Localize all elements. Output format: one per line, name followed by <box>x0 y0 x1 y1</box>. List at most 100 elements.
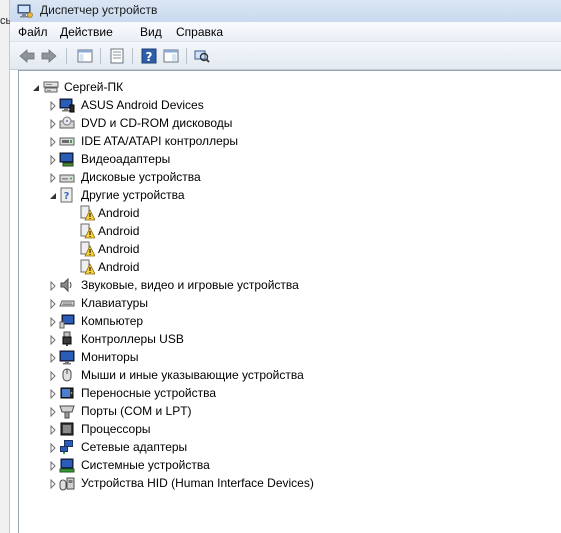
collapse-arrow-icon[interactable] <box>32 82 40 92</box>
tree-node-network-adapters[interactable]: Сетевые адаптеры <box>19 438 319 456</box>
node-label: Процессоры <box>81 422 151 436</box>
device-tree[interactable]: Сергей-ПК ASUS Android Devices DVD и CD-… <box>18 70 561 533</box>
tree-node-processors[interactable]: Процессоры <box>19 420 319 438</box>
expand-arrow-icon[interactable] <box>49 154 57 166</box>
tree-node-display-adapters[interactable]: Видеоадаптеры <box>19 150 319 168</box>
expand-arrow-icon[interactable] <box>49 442 57 454</box>
toolbar-separator <box>100 48 101 64</box>
menu-bar: Файл Действие Вид Справка <box>10 22 561 42</box>
display-adapter-icon <box>59 151 75 167</box>
collapse-arrow-icon[interactable] <box>49 190 57 200</box>
action-pane-icon[interactable] <box>162 47 180 65</box>
node-label: Мыши и иные указывающие устройства <box>81 368 304 382</box>
tree-root-node[interactable]: Сергей-ПК <box>19 78 319 96</box>
warning-device-icon <box>79 223 96 239</box>
tree-child-android[interactable]: Android <box>19 258 319 276</box>
svg-text:?: ? <box>64 191 70 202</box>
svg-text:?: ? <box>146 50 153 64</box>
warning-device-icon <box>79 259 96 275</box>
node-label: Системные устройства <box>81 458 210 472</box>
node-label: Порты (COM и LPT) <box>81 404 192 418</box>
node-label: Устройства HID (Human Interface Devices) <box>81 476 314 490</box>
expand-arrow-icon[interactable] <box>49 388 57 400</box>
node-label: Другие устройства <box>81 188 185 202</box>
menu-action[interactable]: Действие <box>60 25 113 39</box>
expand-arrow-icon[interactable] <box>49 298 57 310</box>
network-adapter-icon <box>59 439 75 455</box>
tree-node-ide-controllers[interactable]: IDE ATA/ATAPI контроллеры <box>19 132 319 150</box>
tree-node-usb-controllers[interactable]: Контроллеры USB <box>19 330 319 348</box>
expand-arrow-icon[interactable] <box>49 280 57 292</box>
forward-arrow-icon[interactable] <box>40 47 58 65</box>
title-bar[interactable]: Диспетчер устройств <box>10 0 561 22</box>
tree-node-portable-devices[interactable]: Переносные устройства <box>19 384 319 402</box>
node-label: Компьютер <box>81 314 144 328</box>
toolbar: ? <box>10 42 561 70</box>
disk-drive-icon <box>59 169 75 185</box>
expand-arrow-icon[interactable] <box>49 100 57 112</box>
expand-arrow-icon[interactable] <box>49 334 57 346</box>
help-icon[interactable]: ? <box>140 47 158 65</box>
node-label: Переносные устройства <box>81 386 217 400</box>
tree-child-android[interactable]: Android <box>19 204 319 222</box>
expand-arrow-icon[interactable] <box>49 352 57 364</box>
node-label: Android <box>98 224 140 238</box>
expand-arrow-icon[interactable] <box>49 118 57 130</box>
expand-arrow-icon[interactable] <box>49 424 57 436</box>
tree-node-monitors[interactable]: Мониторы <box>19 348 319 366</box>
tree-node-mice[interactable]: Мыши и иные указывающие устройства <box>19 366 339 384</box>
menu-help[interactable]: Справка <box>176 25 223 39</box>
ide-controller-icon <box>59 133 75 149</box>
tree-child-android[interactable]: Android <box>19 240 319 258</box>
expand-arrow-icon[interactable] <box>49 460 57 472</box>
asus-android-device-icon <box>59 97 75 113</box>
node-label: IDE ATA/ATAPI контроллеры <box>81 134 239 148</box>
warning-device-icon <box>79 205 96 221</box>
toolbar-separator <box>66 48 67 64</box>
tree-node-dvd-cdrom[interactable]: DVD и CD-ROM дисководы <box>19 114 319 132</box>
tree-child-android[interactable]: Android <box>19 222 319 240</box>
node-label: Android <box>98 206 140 220</box>
expand-arrow-icon[interactable] <box>49 406 57 418</box>
expand-arrow-icon[interactable] <box>49 478 57 490</box>
node-label: Android <box>98 242 140 256</box>
tree-node-disk-drives[interactable]: Дисковые устройства <box>19 168 319 186</box>
window-title: Диспетчер устройств <box>40 3 158 17</box>
tree-node-asus-android-devices[interactable]: ASUS Android Devices <box>19 96 319 114</box>
menu-view[interactable]: Вид <box>140 25 162 39</box>
processor-icon <box>59 421 75 437</box>
mouse-icon <box>59 367 75 383</box>
tree-node-computer[interactable]: Компьютер <box>19 312 319 330</box>
computer-icon <box>43 79 59 95</box>
toolbar-separator <box>186 48 187 64</box>
properties-icon[interactable] <box>108 47 126 65</box>
tree-node-keyboards[interactable]: Клавиатуры <box>19 294 319 312</box>
expand-arrow-icon[interactable] <box>49 370 57 382</box>
show-hide-console-tree-icon[interactable] <box>76 47 94 65</box>
monitor-icon <box>59 349 75 365</box>
tree-node-other-devices[interactable]: ? Другие устройства <box>19 186 319 204</box>
background-window-edge: сь <box>0 0 11 533</box>
tree-node-ports[interactable]: Порты (COM и LPT) <box>19 402 319 420</box>
node-label: Мониторы <box>81 350 139 364</box>
hid-device-icon <box>59 475 75 491</box>
node-label: Клавиатуры <box>81 296 148 310</box>
system-device-icon <box>59 457 75 473</box>
node-label: ASUS Android Devices <box>81 98 204 112</box>
tree-node-system-devices[interactable]: Системные устройства <box>19 456 319 474</box>
node-label: Видеоадаптеры <box>81 152 171 166</box>
keyboard-icon <box>59 295 75 311</box>
device-manager-app-icon <box>17 3 33 19</box>
usb-controller-icon <box>59 331 75 347</box>
dvd-drive-icon <box>59 115 75 131</box>
expand-arrow-icon[interactable] <box>49 172 57 184</box>
expand-arrow-icon[interactable] <box>49 316 57 328</box>
port-icon <box>59 403 75 419</box>
back-arrow-icon[interactable] <box>18 47 36 65</box>
node-label: Дисковые устройства <box>81 170 201 184</box>
scan-hardware-icon[interactable] <box>193 47 211 65</box>
expand-arrow-icon[interactable] <box>49 136 57 148</box>
tree-node-sound-devices[interactable]: Звуковые, видео и игровые устройства <box>19 276 339 294</box>
menu-file[interactable]: Файл <box>18 25 48 39</box>
tree-node-hid-devices[interactable]: Устройства HID (Human Interface Devices) <box>19 474 339 492</box>
